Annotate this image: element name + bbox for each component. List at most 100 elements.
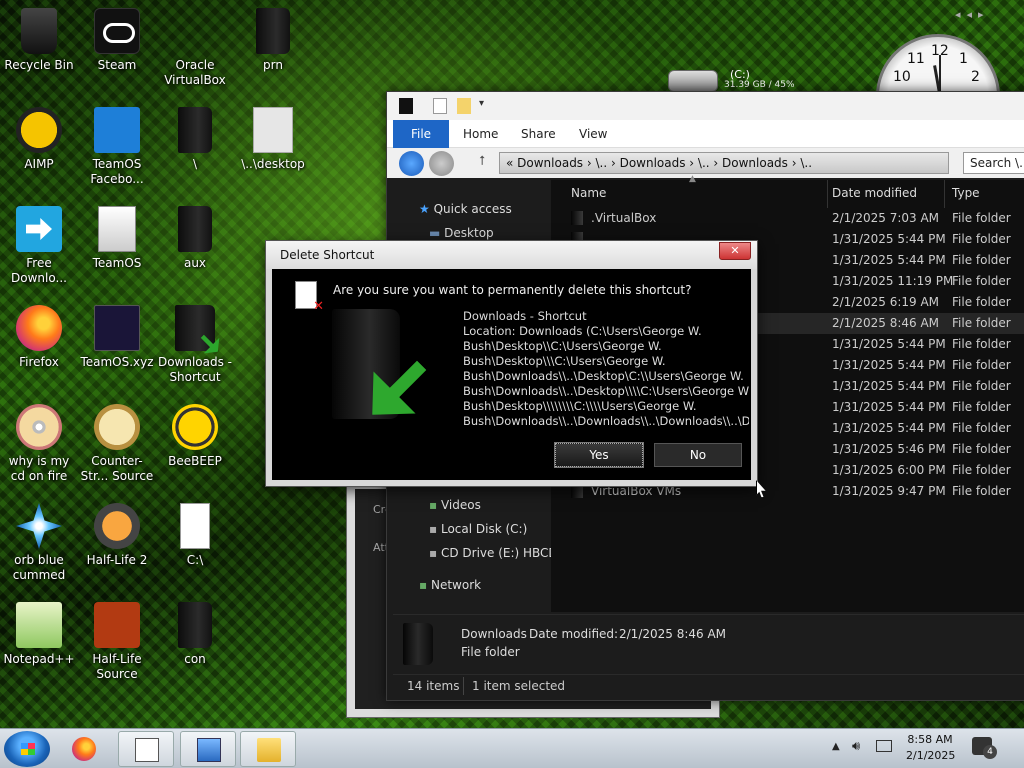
- desktop-icon[interactable]: Half-Life Source: [78, 602, 156, 682]
- taskbar-app-window[interactable]: [118, 731, 174, 767]
- desktop-icon[interactable]: AIMP: [0, 107, 78, 172]
- sort-up-icon: ▲: [689, 174, 696, 184]
- file-date: 1/31/2025 5:46 PM: [832, 442, 946, 456]
- nav-quick-access[interactable]: ★ Quick access: [419, 202, 512, 216]
- up-arrow-icon[interactable]: ⭡: [479, 154, 485, 169]
- desktop-icon-label: Downloads - Shortcut: [157, 355, 233, 384]
- tab-home[interactable]: Home: [453, 120, 508, 148]
- taskbar-firefox[interactable]: [56, 731, 112, 767]
- nav-local-disk-label: Local Disk (C:): [440, 522, 528, 536]
- volume-icon[interactable]: 🔊︎: [852, 739, 860, 754]
- videos-icon: ▪: [429, 498, 438, 512]
- desktop-icon[interactable]: BeeBEEP: [156, 404, 234, 469]
- desktop-icon-label: \..\desktop: [241, 157, 305, 171]
- details-date: 2/1/2025 8:46 AM: [619, 627, 727, 641]
- blue-orb-icon: [16, 503, 62, 549]
- desktop-icon[interactable]: Firefox: [0, 305, 78, 370]
- column-separator[interactable]: [827, 180, 828, 208]
- nav-desktop[interactable]: ▬ Desktop: [429, 226, 494, 240]
- tab-view[interactable]: View: [569, 120, 617, 148]
- desktop-icon-label: Oracle VirtualBox: [164, 58, 226, 87]
- file-date: 1/31/2025 11:19 PM: [832, 274, 954, 288]
- nav-network[interactable]: ▪ Network: [419, 578, 481, 592]
- windows-logo-icon: [21, 743, 35, 755]
- file-type: File folder: [952, 295, 1011, 309]
- taskbar-remote-desktop[interactable]: [180, 731, 236, 767]
- yes-button[interactable]: Yes: [554, 442, 644, 468]
- column-name[interactable]: Name: [571, 186, 606, 200]
- disk-icon: ▪: [429, 522, 438, 536]
- action-center-icon[interactable]: 4: [972, 737, 997, 759]
- new-folder-icon[interactable]: [457, 98, 471, 114]
- desktop-icon-label: TeamOS Facebo...: [90, 157, 144, 186]
- folder-icon: [178, 602, 212, 648]
- network-icon[interactable]: [876, 740, 892, 752]
- desktop-icon[interactable]: Half-Life 2: [78, 503, 156, 568]
- star-icon: ★: [419, 202, 430, 216]
- desktop-icon[interactable]: TeamOS Facebo...: [78, 107, 156, 187]
- desktop-icon[interactable]: aux: [156, 206, 234, 271]
- file-date: 1/31/2025 5:44 PM: [832, 400, 946, 414]
- no-button[interactable]: No: [654, 443, 742, 467]
- nav-local-disk[interactable]: ▪ Local Disk (C:): [429, 522, 527, 536]
- forward-arrow-icon[interactable]: [429, 151, 454, 176]
- desktop-icon[interactable]: C:\: [156, 503, 234, 568]
- notification-count: 4: [983, 745, 997, 759]
- address-bar[interactable]: « Downloads › \.. › Downloads › \.. › Do…: [499, 152, 949, 174]
- desktop-icon[interactable]: Steam: [78, 8, 156, 73]
- hard-drive-icon: [668, 70, 718, 92]
- firefox-file-icon: [94, 305, 140, 351]
- close-icon[interactable]: ✕: [719, 242, 751, 260]
- tab-share[interactable]: Share: [511, 120, 566, 148]
- taskbar-clock[interactable]: 8:58 AM 2/1/2025: [906, 732, 955, 764]
- tab-file[interactable]: File: [393, 120, 449, 148]
- column-separator[interactable]: [944, 180, 945, 208]
- desktop-icon[interactable]: prn: [234, 8, 312, 73]
- desktop-icon[interactable]: TeamOS: [78, 206, 156, 271]
- desktop-icon[interactable]: con: [156, 602, 234, 667]
- desktop-icon[interactable]: Downloads - Shortcut: [156, 305, 234, 385]
- file-type: File folder: [952, 337, 1011, 351]
- column-type[interactable]: Type: [952, 186, 980, 200]
- column-date[interactable]: Date modified: [832, 186, 917, 200]
- file-type: File folder: [952, 316, 1011, 330]
- notepad-plus-plus-icon: [16, 602, 62, 648]
- desktop-icon[interactable]: Counter-Str... Source: [78, 404, 156, 484]
- dialog-titlebar[interactable]: Delete Shortcut ✕: [266, 241, 757, 269]
- desktop-icon[interactable]: why is my cd on fire: [0, 404, 78, 484]
- desktop-icon[interactable]: \..\desktop: [234, 107, 312, 172]
- desktop-icon-label: Recycle Bin: [4, 58, 74, 72]
- file-name: .VirtualBox: [591, 211, 657, 225]
- start-button[interactable]: [4, 731, 50, 767]
- nav-videos-label: Videos: [440, 498, 481, 512]
- desktop-icon[interactable]: TeamOS.xyz: [78, 305, 156, 370]
- desktop-icon[interactable]: Free Downlo...: [0, 206, 78, 286]
- details-type: File folder: [461, 645, 520, 659]
- delete-shortcut-dialog[interactable]: Delete Shortcut ✕ Are you sure you want …: [265, 240, 758, 487]
- dialog-question: Are you sure you want to permanently del…: [333, 283, 692, 297]
- properties-icon[interactable]: [433, 98, 447, 114]
- search-input[interactable]: Search \...: [963, 152, 1024, 174]
- details-pane: Downloads Date modified: 2/1/2025 8:46 A…: [393, 614, 1024, 674]
- file-date: 1/31/2025 5:44 PM: [832, 358, 946, 372]
- file-type: File folder: [952, 274, 1011, 288]
- window-icon: [135, 738, 159, 762]
- network-icon: ▪: [419, 578, 428, 592]
- tray-expand-icon[interactable]: ▲: [832, 741, 840, 752]
- desktop-icon[interactable]: \: [156, 107, 234, 172]
- file-row[interactable]: .VirtualBox 2/1/2025 7:03 AM File folder: [551, 208, 1024, 229]
- file-type: File folder: [952, 253, 1011, 267]
- counter-strike-icon: [94, 404, 140, 450]
- desktop-icon[interactable]: Recycle Bin: [0, 8, 78, 73]
- nav-cd-drive[interactable]: ▪ CD Drive (E:) HBCD_: [429, 546, 564, 560]
- free-download-icon: [16, 206, 62, 252]
- nav-videos[interactable]: ▪ Videos: [429, 498, 481, 512]
- back-arrow-icon[interactable]: [399, 151, 424, 176]
- desktop-icon[interactable]: Notepad++: [0, 602, 78, 667]
- desktop-icon[interactable]: orb blue cummed: [0, 503, 78, 583]
- settings-file-icon: [253, 107, 293, 153]
- file-date: 1/31/2025 6:00 PM: [832, 463, 946, 477]
- desktop-icon[interactable]: Oracle VirtualBox: [156, 8, 234, 88]
- qat-dropdown-icon[interactable]: ▾: [479, 98, 489, 114]
- taskbar-file-explorer[interactable]: [240, 731, 296, 767]
